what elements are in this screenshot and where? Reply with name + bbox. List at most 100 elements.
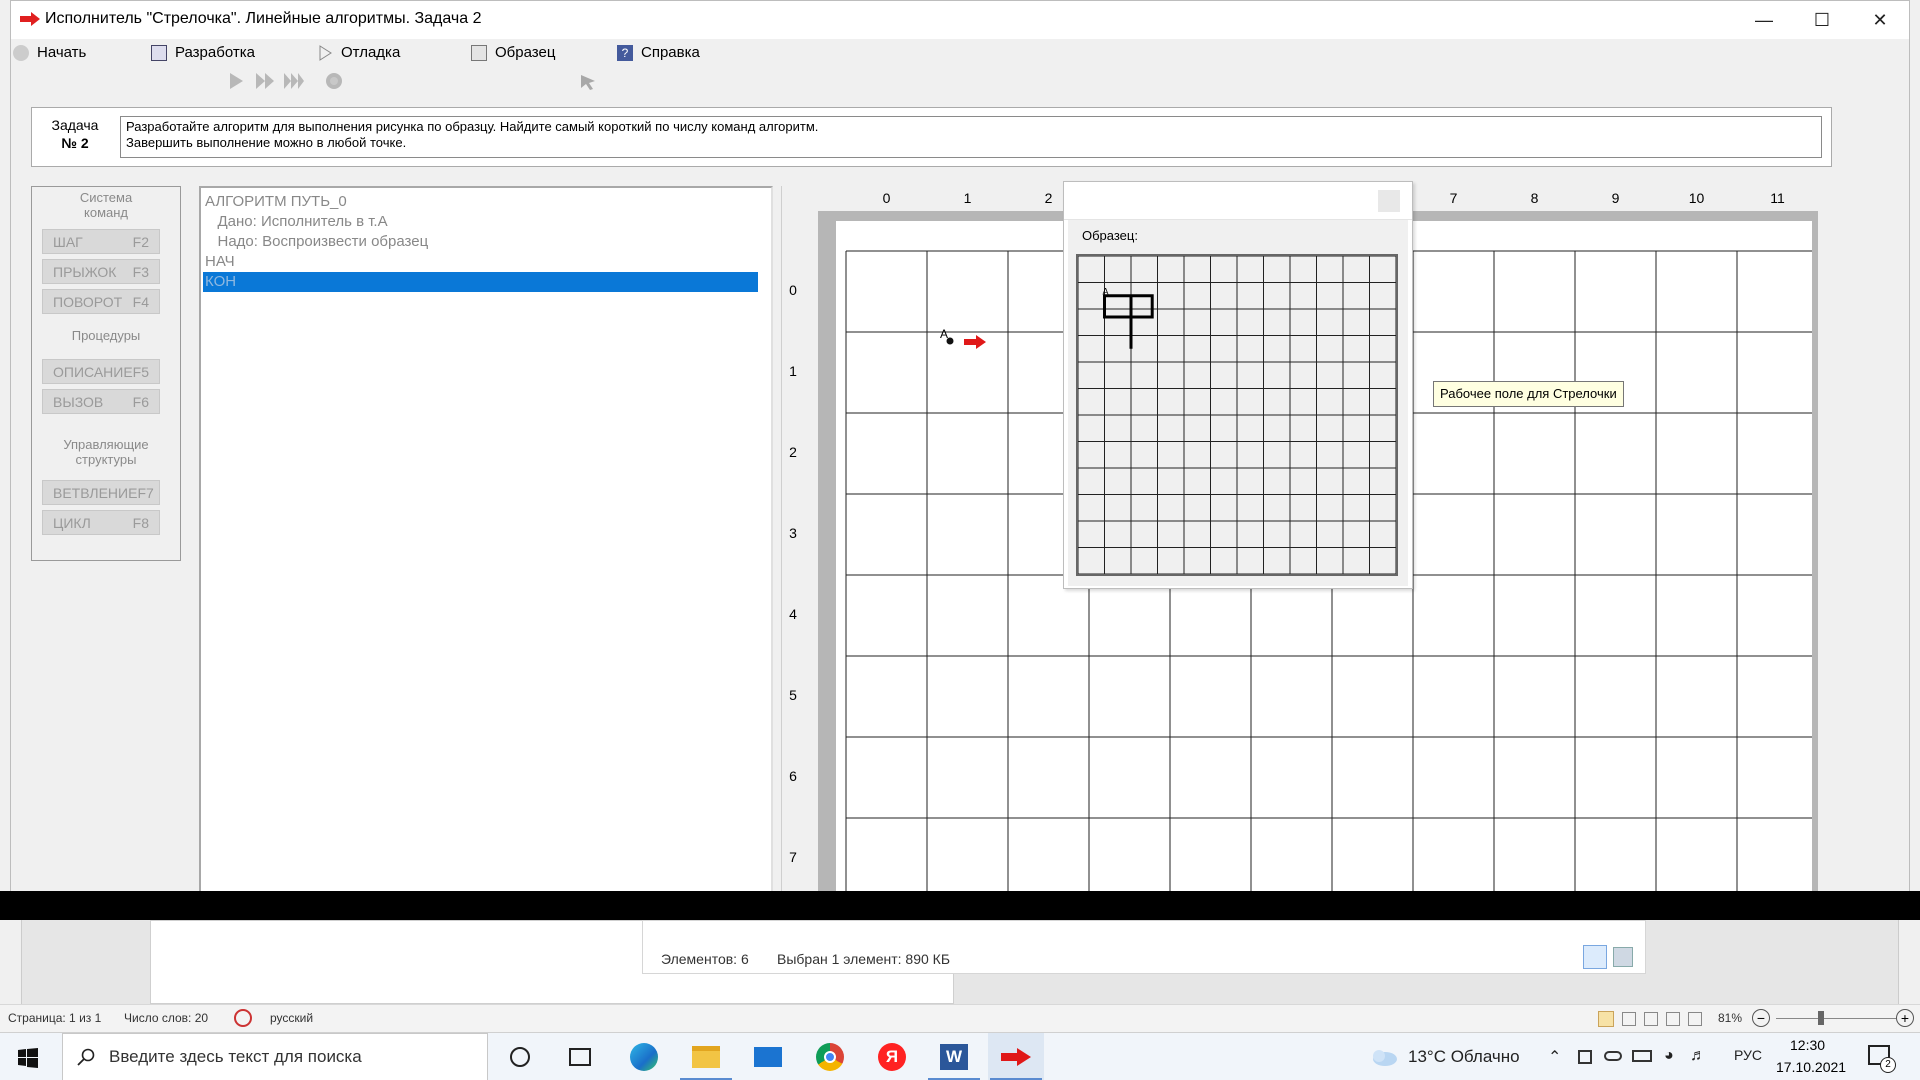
sample-close-button[interactable] — [1378, 190, 1400, 212]
row-label: 0 — [789, 281, 797, 298]
minimize-button[interactable]: — — [1735, 1, 1793, 39]
search-placeholder: Введите здесь текст для поиска — [109, 1047, 362, 1066]
menu-sample[interactable]: Образец — [471, 42, 555, 64]
wifi-icon[interactable]: ◕ — [1664, 1047, 1674, 1065]
menu-help[interactable]: ? Справка — [617, 42, 700, 64]
read-mode-icon[interactable] — [1622, 1012, 1636, 1026]
web-layout-icon[interactable] — [1644, 1012, 1658, 1026]
command-key: F3 — [132, 263, 149, 280]
app-window: Исполнитель "Стрелочка". Линейные алгори… — [10, 0, 1910, 920]
menu-development[interactable]: Разработка — [151, 42, 255, 64]
procedures-header: Процедуры — [71, 328, 141, 343]
details-view-button[interactable] — [1583, 945, 1607, 969]
word-icon[interactable]: W — [926, 1033, 982, 1080]
menu-start[interactable]: Начать — [13, 42, 86, 64]
column-label: 2 — [1044, 190, 1053, 206]
task-caption: Задача — [51, 117, 99, 133]
word-scrollbar[interactable] — [1898, 920, 1920, 1004]
notification-count: 2 — [1880, 1057, 1896, 1073]
draft-icon[interactable] — [1688, 1012, 1702, 1026]
volume-icon[interactable]: ♬ — [1690, 1047, 1706, 1065]
help-icon: ? — [617, 45, 633, 61]
jump-command-button[interactable]: ПРЫЖОК F3 — [42, 259, 160, 284]
show-hidden-icons[interactable]: ⌃ — [1548, 1047, 1561, 1067]
outline-icon[interactable] — [1666, 1012, 1680, 1026]
word-count[interactable]: Число слов: 20 — [124, 1011, 208, 1025]
code-line[interactable]: КОН — [205, 272, 236, 292]
sample-figure — [1103, 294, 1154, 349]
command-key: F7 — [137, 484, 154, 501]
command-key: F2 — [132, 233, 149, 250]
pointer-icon[interactable] — [579, 73, 599, 91]
chrome-icon[interactable] — [802, 1033, 858, 1080]
turn-command-button[interactable]: ПОВОРОТ F4 — [42, 289, 160, 314]
windows-start-icon[interactable] — [18, 1048, 38, 1068]
loop-command-button[interactable]: ЦИКЛ F8 — [42, 510, 160, 535]
code-line[interactable]: Надо: Воспроизвести образец — [205, 232, 429, 252]
weather-text[interactable]: 13°C Облачно — [1408, 1047, 1520, 1067]
stop-icon[interactable] — [325, 72, 343, 90]
clock-time[interactable]: 12:30 — [1790, 1037, 1825, 1053]
sample-window[interactable]: Образец: А — [1063, 181, 1413, 589]
meet-now-icon[interactable] — [1578, 1050, 1592, 1064]
column-label: 9 — [1611, 190, 1620, 206]
row-label: 6 — [789, 767, 797, 784]
edge-icon[interactable] — [616, 1033, 672, 1080]
clock-date[interactable]: 17.10.2021 — [1776, 1059, 1846, 1075]
row-label: 4 — [789, 605, 797, 622]
strelochka-app-icon[interactable] — [988, 1033, 1044, 1080]
battery-icon[interactable] — [1632, 1050, 1652, 1062]
command-panel: Система команд ШАГ F2 ПРЫЖОК F3 ПОВОРОТ F4 … — [31, 186, 181, 561]
large-icons-view-button[interactable] — [1613, 947, 1633, 967]
yandex-browser-icon[interactable]: Я — [864, 1033, 920, 1080]
algorithm-editor[interactable]: АЛГОРИТМ ПУТЬ_0 Дано: Исполнитель в т.А … — [199, 186, 773, 896]
fast-forward-icon[interactable] — [283, 72, 305, 90]
run-icon[interactable] — [227, 72, 245, 90]
zoom-slider-thumb[interactable] — [1818, 1011, 1824, 1025]
call-command-button[interactable]: ВЫЗОВ F6 — [42, 389, 160, 414]
mail-icon[interactable] — [740, 1033, 796, 1080]
file-explorer-icon[interactable] — [678, 1033, 734, 1080]
print-layout-icon[interactable] — [1598, 1011, 1614, 1027]
code-line[interactable]: АЛГОРИТМ ПУТЬ_0 — [205, 192, 347, 212]
taskbar-search[interactable]: Введите здесь текст для поиска — [62, 1033, 488, 1080]
task-view-icon[interactable] — [552, 1033, 608, 1080]
column-label: 11 — [1770, 190, 1785, 206]
page-count[interactable]: Страница: 1 из 1 — [8, 1011, 101, 1025]
column-label: 10 — [1688, 190, 1705, 206]
code-line[interactable]: НАЧ — [205, 252, 235, 272]
column-label: 1 — [963, 190, 972, 206]
command-name: ВЫЗОВ — [53, 393, 104, 410]
zoom-in-icon[interactable]: + — [1896, 1009, 1914, 1027]
code-line[interactable]: Дано: Исполнитель в т.А — [205, 212, 388, 232]
row-label: 5 — [789, 686, 797, 703]
language-indicator[interactable]: русский — [270, 1011, 313, 1025]
branch-command-button[interactable]: ВЕТВЛЕНИЕ F7 — [42, 480, 160, 505]
items-count: Элементов: 6 — [661, 951, 749, 967]
describe-command-button[interactable]: ОПИСАНИЕ F5 — [42, 359, 160, 384]
onedrive-icon[interactable] — [1604, 1051, 1622, 1061]
red-arrow-icon — [20, 12, 40, 26]
cortana-icon[interactable] — [492, 1033, 548, 1080]
vertical-ruler — [0, 920, 22, 1004]
command-key: F6 — [132, 393, 149, 410]
step-forward-icon[interactable] — [255, 72, 275, 90]
zoom-level[interactable]: 81% — [1718, 1011, 1742, 1025]
zoom-out-icon[interactable]: − — [1752, 1009, 1770, 1027]
zoom-slider-track[interactable] — [1776, 1018, 1896, 1019]
selected-line-highlight[interactable]: КОН — [203, 272, 758, 292]
maximize-button[interactable]: ☐ — [1793, 1, 1851, 39]
menu-label: Отладка — [341, 44, 401, 61]
input-language[interactable]: РУС — [1734, 1047, 1762, 1063]
column-label: 7 — [1449, 190, 1458, 206]
window-title: Исполнитель "Стрелочка". Линейные алгори… — [45, 10, 482, 27]
task-number: № 2 — [61, 135, 89, 151]
menu-debug[interactable]: Отладка — [317, 42, 400, 64]
black-strip — [0, 891, 1920, 920]
command-key: F4 — [132, 293, 149, 310]
close-button[interactable]: ✕ — [1851, 1, 1909, 39]
proofing-icon[interactable] — [234, 1009, 252, 1027]
step-command-button[interactable]: ШАГ F2 — [42, 229, 160, 254]
command-name: ПОВОРОТ — [53, 293, 123, 310]
side-scrollbar[interactable] — [1909, 41, 1910, 920]
